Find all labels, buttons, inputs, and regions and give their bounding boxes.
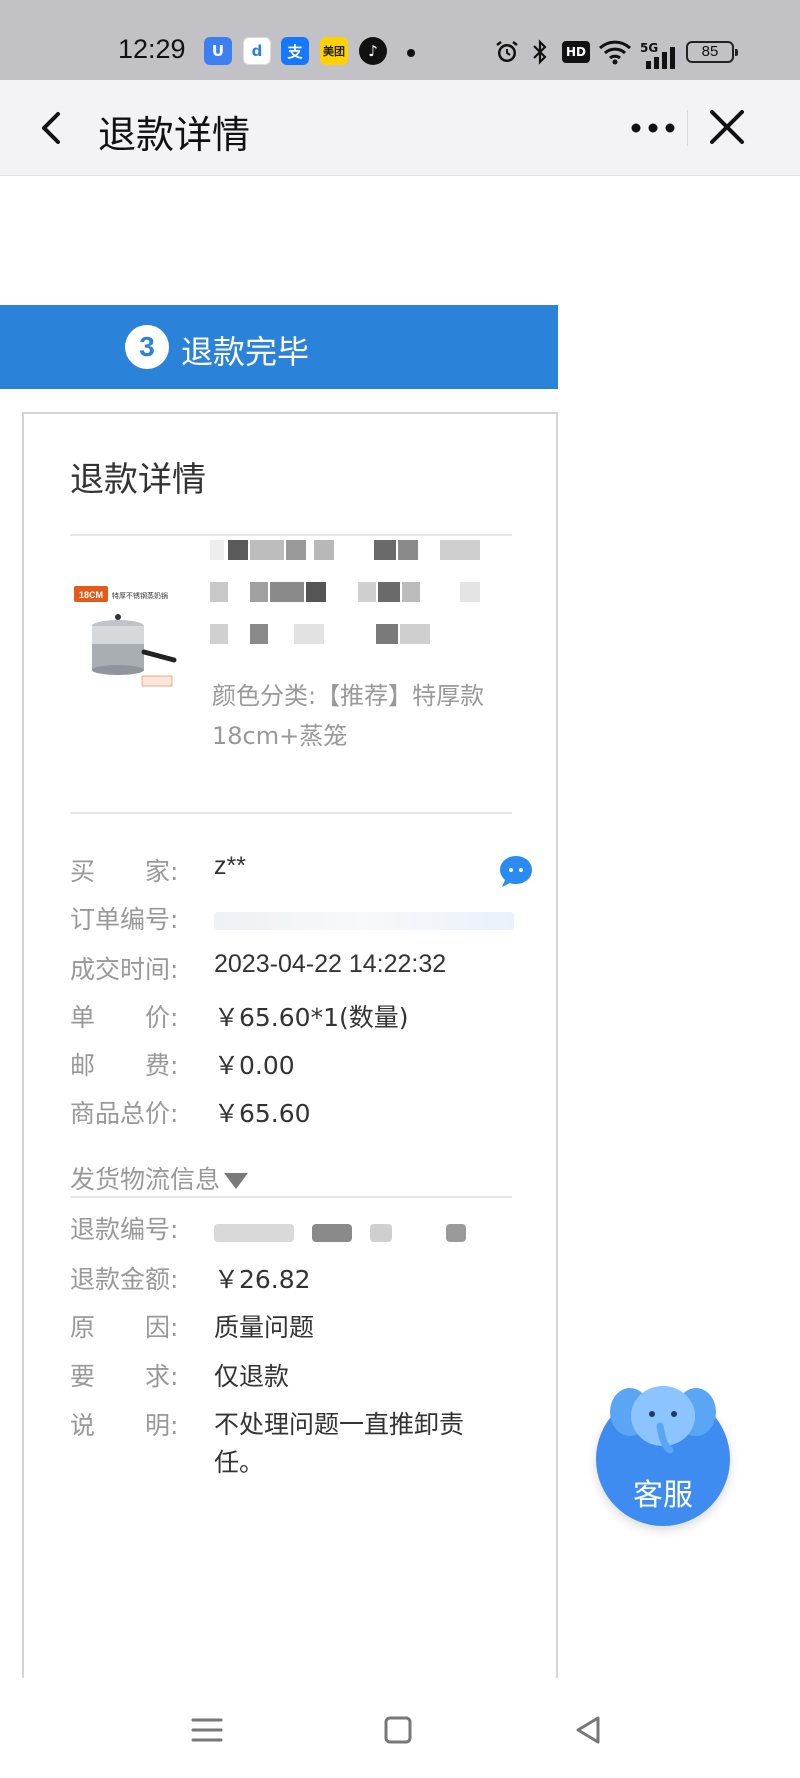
battery-indicator: 85 (686, 41, 738, 63)
refund-request: 仅退款 (214, 1362, 290, 1391)
info-label: 单 价: (70, 1003, 179, 1032)
info-row-buyer: 买 家: z** (70, 852, 540, 892)
product-name-blurred[interactable] (210, 536, 490, 664)
info-label: 退款金额: (70, 1265, 179, 1294)
home-square-icon (384, 1716, 412, 1744)
thumb-caption: 特厚不锈钢蒸奶锅 (112, 591, 168, 600)
info-label: 买 家: (70, 857, 179, 886)
chat-buyer-button[interactable] (496, 852, 536, 892)
info-row-request: 要 求: 仅退款 (70, 1357, 540, 1397)
total-price: ￥65.60 (214, 1099, 311, 1128)
customer-service-button[interactable]: 客服 (596, 1378, 730, 1528)
info-row-unit-price: 单 价: ￥65.60*1(数量) (70, 998, 540, 1038)
refund-step-banner: 3 退款完毕 (0, 305, 558, 389)
nav-divider (687, 110, 688, 146)
logistics-label: 发货物流信息 (70, 1165, 221, 1194)
close-icon (710, 110, 744, 144)
info-label: 订单编号: (70, 905, 179, 934)
menu-button[interactable] (187, 1710, 227, 1750)
back-nav-button[interactable] (568, 1710, 608, 1750)
system-nav-bar (0, 1678, 800, 1778)
steamer-pot-image: 18CM 特厚不锈钢蒸奶锅 (74, 586, 177, 687)
info-row-deal-time: 成交时间: 2023-04-22 14:22:32 (70, 950, 540, 990)
step-number-badge: 3 (125, 325, 169, 369)
status-time: 12:29 (118, 34, 186, 64)
info-row-refund-number: 退款编号: (70, 1210, 540, 1250)
order-number-redacted (214, 912, 514, 930)
shipping-fee: ￥0.00 (214, 1051, 295, 1080)
meituan-icon: 美团 (320, 37, 348, 65)
wangwang-chat-icon (500, 856, 532, 887)
nav-bar: 退款详情 (0, 80, 800, 176)
info-row-reason: 原 因: 质量问题 (70, 1308, 540, 1348)
info-row-refund-amount: 退款金额: ￥26.82 (70, 1260, 540, 1300)
info-label: 成交时间: (70, 955, 179, 984)
u-app-icon: U (204, 37, 232, 65)
thumb-badge: 18CM (79, 590, 103, 600)
back-triangle-icon (576, 1716, 600, 1744)
unit-price: ￥65.60*1(数量) (214, 1003, 409, 1032)
alipay-icon: 支 (281, 37, 309, 65)
info-label: 原 因: (70, 1313, 179, 1342)
signal-icon (644, 44, 678, 72)
refund-number-redacted (214, 1224, 294, 1242)
wifi-icon (598, 38, 632, 66)
info-label: 邮 费: (70, 1051, 179, 1080)
info-row-total: 商品总价: ￥65.60 (70, 1094, 540, 1134)
product-sku: 颜色分类:【推荐】特厚款18cm+蒸笼 (212, 682, 485, 750)
info-label: 要 求: (70, 1362, 179, 1391)
close-button[interactable] (702, 102, 752, 152)
menu-icon (191, 1718, 223, 1742)
more-button[interactable] (626, 104, 680, 152)
page-title: 退款详情 (98, 113, 251, 157)
alarm-icon (494, 38, 520, 66)
logistics-toggle[interactable]: 发货物流信息 (70, 1160, 249, 1196)
info-row-description: 说 明: 不处理问题一直推卸责任。 (70, 1406, 540, 1486)
refund-description: 不处理问题一直推卸责任。 (214, 1410, 465, 1477)
tiktok-icon: ♪ (359, 37, 387, 65)
notification-dot-icon (407, 49, 415, 57)
hd-icon: HD (562, 41, 590, 63)
refund-reason: 质量问题 (214, 1313, 315, 1342)
refund-detail-panel: 退款详情 18CM 特厚不锈钢蒸奶锅 颜色分类:【推荐】特厚款18cm+蒸笼 买… (24, 412, 558, 1678)
deal-time: 2023-04-22 14:22:32 (214, 950, 447, 978)
panel-title: 退款详情 (70, 460, 206, 500)
status-bar: 12:29 U d 支 美团 ♪ HD 5G 85 (0, 0, 800, 80)
buyer-name: z** (214, 852, 246, 880)
divider (70, 812, 512, 814)
refund-amount: ￥26.82 (214, 1265, 311, 1294)
product-thumbnail[interactable]: 18CM 特厚不锈钢蒸奶锅 (72, 584, 182, 694)
divider (70, 1196, 512, 1198)
caret-down-icon (224, 1173, 249, 1189)
cs-label: 客服 (633, 1478, 693, 1513)
bluetooth-icon (531, 38, 549, 66)
step-label: 退款完毕 (181, 333, 310, 371)
info-label: 说 明: (70, 1411, 179, 1440)
d-app-icon: d (243, 37, 271, 65)
info-row-shipping: 邮 费: ￥0.00 (70, 1046, 540, 1086)
info-label: 退款编号: (70, 1215, 179, 1244)
elephant-mascot-icon (610, 1386, 716, 1454)
info-label: 商品总价: (70, 1099, 179, 1128)
home-button[interactable] (378, 1710, 418, 1750)
info-row-order-number: 订单编号: (70, 900, 540, 940)
more-dots-icon (631, 123, 675, 133)
back-button[interactable] (30, 104, 78, 152)
chevron-left-icon (42, 112, 60, 144)
